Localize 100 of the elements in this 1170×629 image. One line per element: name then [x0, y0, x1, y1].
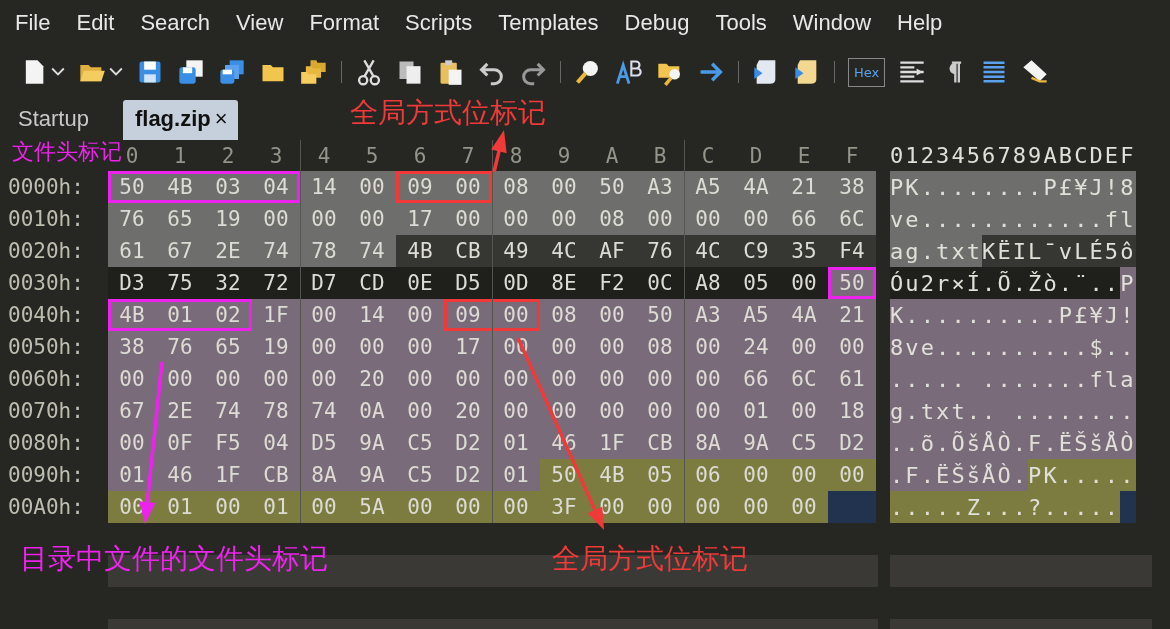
hex-byte: 05	[646, 462, 674, 489]
hex-byte: 74	[214, 398, 242, 425]
column-header: C	[701, 143, 715, 168]
hex-byte: 00	[598, 302, 626, 329]
hex-byte: 75	[166, 270, 194, 297]
hex-byte: 00	[406, 398, 434, 425]
cut-icon[interactable]	[355, 58, 383, 86]
folders-icon[interactable]	[300, 58, 328, 86]
hex-byte: 00	[790, 334, 818, 361]
column-header: 7	[461, 143, 475, 168]
hex-byte: 06	[684, 459, 732, 491]
hex-byte: 61	[118, 238, 146, 265]
file-tab[interactable]: Startup	[16, 100, 91, 140]
hex-byte: 00	[492, 395, 540, 427]
hex-byte: 1F	[214, 462, 242, 489]
column-header: 2	[221, 143, 235, 168]
hex-byte: 04	[262, 430, 290, 457]
hex-byte: 8E	[550, 270, 578, 297]
ascii-text: ag.txt	[890, 235, 983, 267]
hex-byte: 00	[358, 174, 386, 201]
row-offset: 0040h:	[8, 302, 85, 329]
hex-byte: 00	[790, 494, 818, 521]
annotation-label: 目录中文件的文件头标记	[20, 544, 328, 575]
hex-byte: CD	[358, 270, 386, 297]
column-header: A	[605, 143, 619, 168]
menu-item[interactable]: Search	[140, 10, 211, 36]
menu-item[interactable]: Window	[792, 10, 872, 36]
hex-byte: A3	[684, 299, 732, 331]
menu-item[interactable]: Format	[309, 10, 380, 36]
menu-item[interactable]: Tools	[715, 10, 767, 36]
menu-item[interactable]: Scripts	[405, 10, 473, 36]
close-icon[interactable]: ×	[214, 106, 228, 131]
hex-byte: D5	[300, 427, 348, 459]
ascii-text: K..........P£¥J!	[890, 299, 1136, 331]
ascii-text: .....Z...?.....	[890, 491, 1121, 523]
hex-byte: 00	[300, 363, 348, 395]
hex-byte: 6C	[790, 366, 818, 393]
save-as-icon[interactable]	[177, 58, 205, 86]
hex-byte: 50	[550, 462, 578, 489]
hex-byte: C5	[790, 430, 818, 457]
hex-byte: 00	[684, 491, 732, 523]
row-offset: 0030h:	[8, 270, 85, 297]
hex-byte: 05	[742, 270, 770, 297]
menu-item[interactable]: Help	[897, 10, 943, 36]
hex-byte: 2E	[166, 398, 194, 425]
hex-byte: 50	[646, 302, 674, 329]
ascii-column-header: 0123456789ABCDEF	[890, 142, 1136, 170]
hex-byte: 4B	[166, 174, 194, 201]
hex-byte: 20	[454, 398, 482, 425]
hex-byte: 19	[214, 206, 242, 233]
file-tab[interactable]: flag.zip ×	[122, 100, 238, 140]
ascii-text: P	[1120, 267, 1136, 299]
hex-byte: 78	[262, 398, 290, 425]
hex-byte: 00	[492, 363, 540, 395]
hex-byte: 4C	[550, 238, 578, 265]
hex-byte: A5	[742, 302, 770, 329]
hex-byte: 74	[262, 238, 290, 265]
hex-byte: 0F	[166, 430, 194, 457]
row-offset: 0090h:	[8, 462, 85, 489]
hex-byte: 08	[646, 334, 674, 361]
hex-byte: 5A	[358, 494, 386, 521]
menu-item[interactable]: View	[236, 10, 284, 36]
menu-item[interactable]: Edit	[76, 10, 115, 36]
hex-byte: 00	[838, 462, 866, 489]
hex-byte: 00	[742, 206, 770, 233]
hex-byte: 00	[358, 206, 386, 233]
hex-byte: 00	[492, 299, 540, 331]
hex-byte: 00	[492, 203, 540, 235]
hex-byte: 00	[300, 331, 348, 363]
row-offset: 0080h:	[8, 430, 85, 457]
hex-byte: 00	[598, 366, 626, 393]
column-header: 5	[365, 143, 379, 168]
hex-byte: 00	[214, 366, 242, 393]
replace-icon[interactable]	[615, 58, 643, 86]
hex-byte: 8A	[684, 427, 732, 459]
hex-byte: 17	[406, 206, 434, 233]
save-all-icon[interactable]	[218, 58, 246, 86]
hex-byte: 01	[492, 459, 540, 491]
hex-byte: 00	[214, 494, 242, 521]
menu-item[interactable]: Debug	[624, 10, 690, 36]
hex-byte: 78	[300, 235, 348, 267]
menu-item[interactable]: Templates	[498, 10, 599, 36]
annotation-label: 文件头标记	[12, 140, 122, 165]
hex-mode-button[interactable]: Hex	[848, 57, 886, 87]
hex-byte: 00	[684, 203, 732, 235]
hex-byte: 9A	[742, 430, 770, 457]
hex-byte: 32	[214, 270, 242, 297]
hex-byte: D5	[454, 270, 482, 297]
hex-byte: F5	[214, 430, 242, 457]
hex-byte: 21	[838, 302, 866, 329]
eraser-icon[interactable]	[1021, 58, 1050, 86]
hex-byte: 00	[166, 366, 194, 393]
hex-byte: 01	[118, 462, 146, 489]
hex-byte: 66	[790, 206, 818, 233]
menu-item[interactable]: File	[15, 10, 51, 36]
hex-byte: 14	[300, 171, 348, 203]
hex-byte: CB	[646, 430, 674, 457]
column-header: E	[797, 143, 811, 168]
column-header: 3	[269, 143, 283, 168]
hex-byte: 8A	[300, 459, 348, 491]
